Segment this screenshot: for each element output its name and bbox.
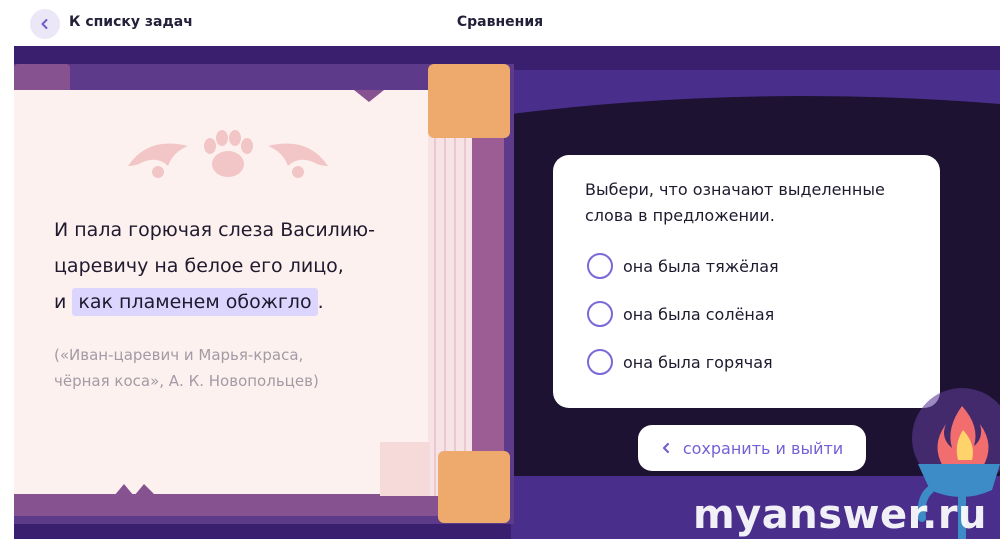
radio-button[interactable] [587, 253, 613, 279]
answer-option-label: она была тяжёлая [623, 256, 779, 276]
page-fold [380, 442, 430, 496]
book-cover-tab [14, 64, 70, 90]
paw-ornament [128, 130, 328, 178]
page-title: Сравнения [456, 14, 544, 30]
page-edges [428, 90, 472, 496]
source-line: чёрная коса», А. К. Новопольцев) [54, 372, 319, 390]
watermark: myanswer.ru [693, 492, 988, 538]
page-notch [354, 90, 384, 102]
answer-option[interactable]: она была тяжёлая [587, 251, 779, 281]
chevron-left-icon [662, 442, 669, 454]
quote-source: («Иван-царевич и Марья-краса, чёрная кос… [54, 342, 434, 394]
quote-line: и как пламенем обожгло. [54, 284, 434, 320]
answer-option-label: она была горячая [623, 352, 773, 372]
arch-decoration [511, 70, 1000, 114]
page-notch-bottom [114, 484, 156, 496]
quote-suffix: . [317, 291, 324, 313]
save-and-exit-button[interactable]: сохранить и выйти [638, 425, 866, 471]
radio-button[interactable] [587, 349, 613, 375]
quote-line: И пала горючая слеза Василию- [54, 219, 376, 241]
answer-option[interactable]: она была солёная [587, 299, 774, 329]
quote-text: И пала горючая слеза Василию- царевичу н… [54, 212, 434, 320]
task-stage: И пала горючая слеза Василию- царевичу н… [14, 46, 1000, 539]
quote-prefix: и [54, 291, 73, 313]
question-text: Выбери, что означают выделенные слова в … [585, 180, 885, 225]
highlighted-phrase: как пламенем обожгло [72, 288, 318, 316]
save-and-exit-label: сохранить и выйти [682, 438, 844, 458]
book-bottom-edge [14, 494, 484, 516]
top-bar: К списку задач Сравнения [0, 0, 1000, 46]
book-corner-bottom [438, 451, 510, 523]
answer-option-label: она была солёная [623, 304, 775, 324]
source-line: («Иван-царевич и Марья-краса, [54, 346, 304, 364]
answer-option[interactable]: она была горячая [587, 347, 773, 377]
question-card: Выбери, что означают выделенные слова в … [553, 155, 940, 408]
book-corner-top [428, 64, 510, 138]
quote-line: царевичу на белое его лицо, [54, 255, 344, 277]
radio-button[interactable] [587, 301, 613, 327]
